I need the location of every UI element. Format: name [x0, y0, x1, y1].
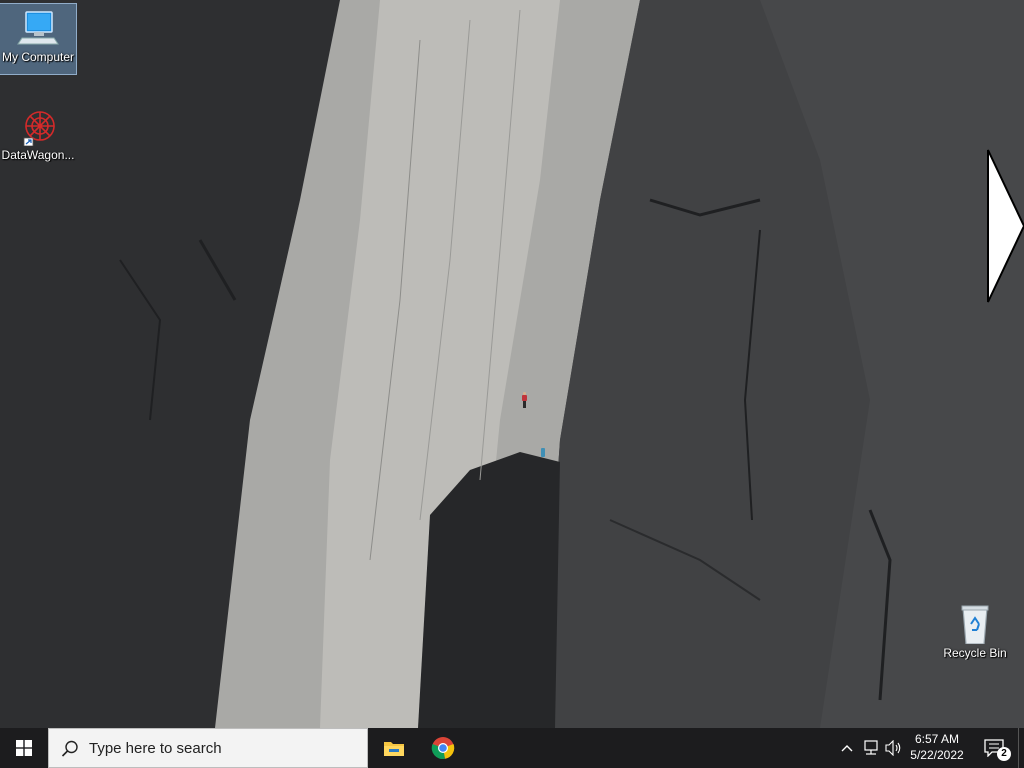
- mouse-cursor-icon: [987, 149, 1024, 303]
- taskbar-clock[interactable]: 6:57 AM 5/22/2022: [902, 728, 972, 768]
- climber-figure: [521, 392, 528, 408]
- file-explorer-icon: [384, 742, 404, 756]
- cliff-illustration: [0, 0, 1024, 728]
- desktop-icon-label: DataWagon...: [1, 148, 75, 162]
- desktop-icon-label: My Computer: [1, 50, 75, 64]
- clock-date: 5/22/2022: [910, 748, 964, 762]
- taskbar-chrome[interactable]: [419, 728, 467, 768]
- computer-icon: [14, 8, 62, 48]
- chevron-up-icon: [841, 745, 853, 752]
- notification-count-badge: 2: [997, 747, 1011, 761]
- climber-figure-2: [541, 448, 545, 457]
- clock-time: 6:57 AM: [914, 732, 960, 746]
- show-desktop-button[interactable]: [1018, 728, 1024, 768]
- desktop-icon-my-computer[interactable]: My Computer: [0, 3, 77, 75]
- network-icon: [864, 740, 878, 755]
- search-placeholder: Type here to search: [89, 740, 222, 757]
- taskbar: Type here to search 6:57 AM 5/22/2022 2: [0, 728, 1024, 768]
- windows-logo-icon: [16, 740, 32, 756]
- desktop-icon-recycle-bin[interactable]: Recycle Bin: [937, 600, 1013, 670]
- desktop-wallpaper: [0, 0, 1024, 728]
- chrome-icon: [431, 737, 455, 760]
- show-hidden-icons-button[interactable]: [838, 728, 856, 768]
- desktop-icon-label: Recycle Bin: [943, 646, 1007, 660]
- taskbar-file-explorer[interactable]: [370, 728, 418, 768]
- action-center-button[interactable]: 2: [978, 728, 1018, 768]
- volume-button[interactable]: [884, 728, 904, 768]
- search-input[interactable]: Type here to search: [48, 728, 368, 768]
- start-button[interactable]: [0, 728, 48, 768]
- network-button[interactable]: [860, 728, 882, 768]
- datawagon-icon: [14, 106, 62, 147]
- search-icon: [61, 740, 78, 757]
- recycle-bin-icon: [951, 604, 999, 645]
- desktop-icon-datawagon[interactable]: DataWagon...: [0, 102, 76, 172]
- volume-icon: [885, 740, 901, 756]
